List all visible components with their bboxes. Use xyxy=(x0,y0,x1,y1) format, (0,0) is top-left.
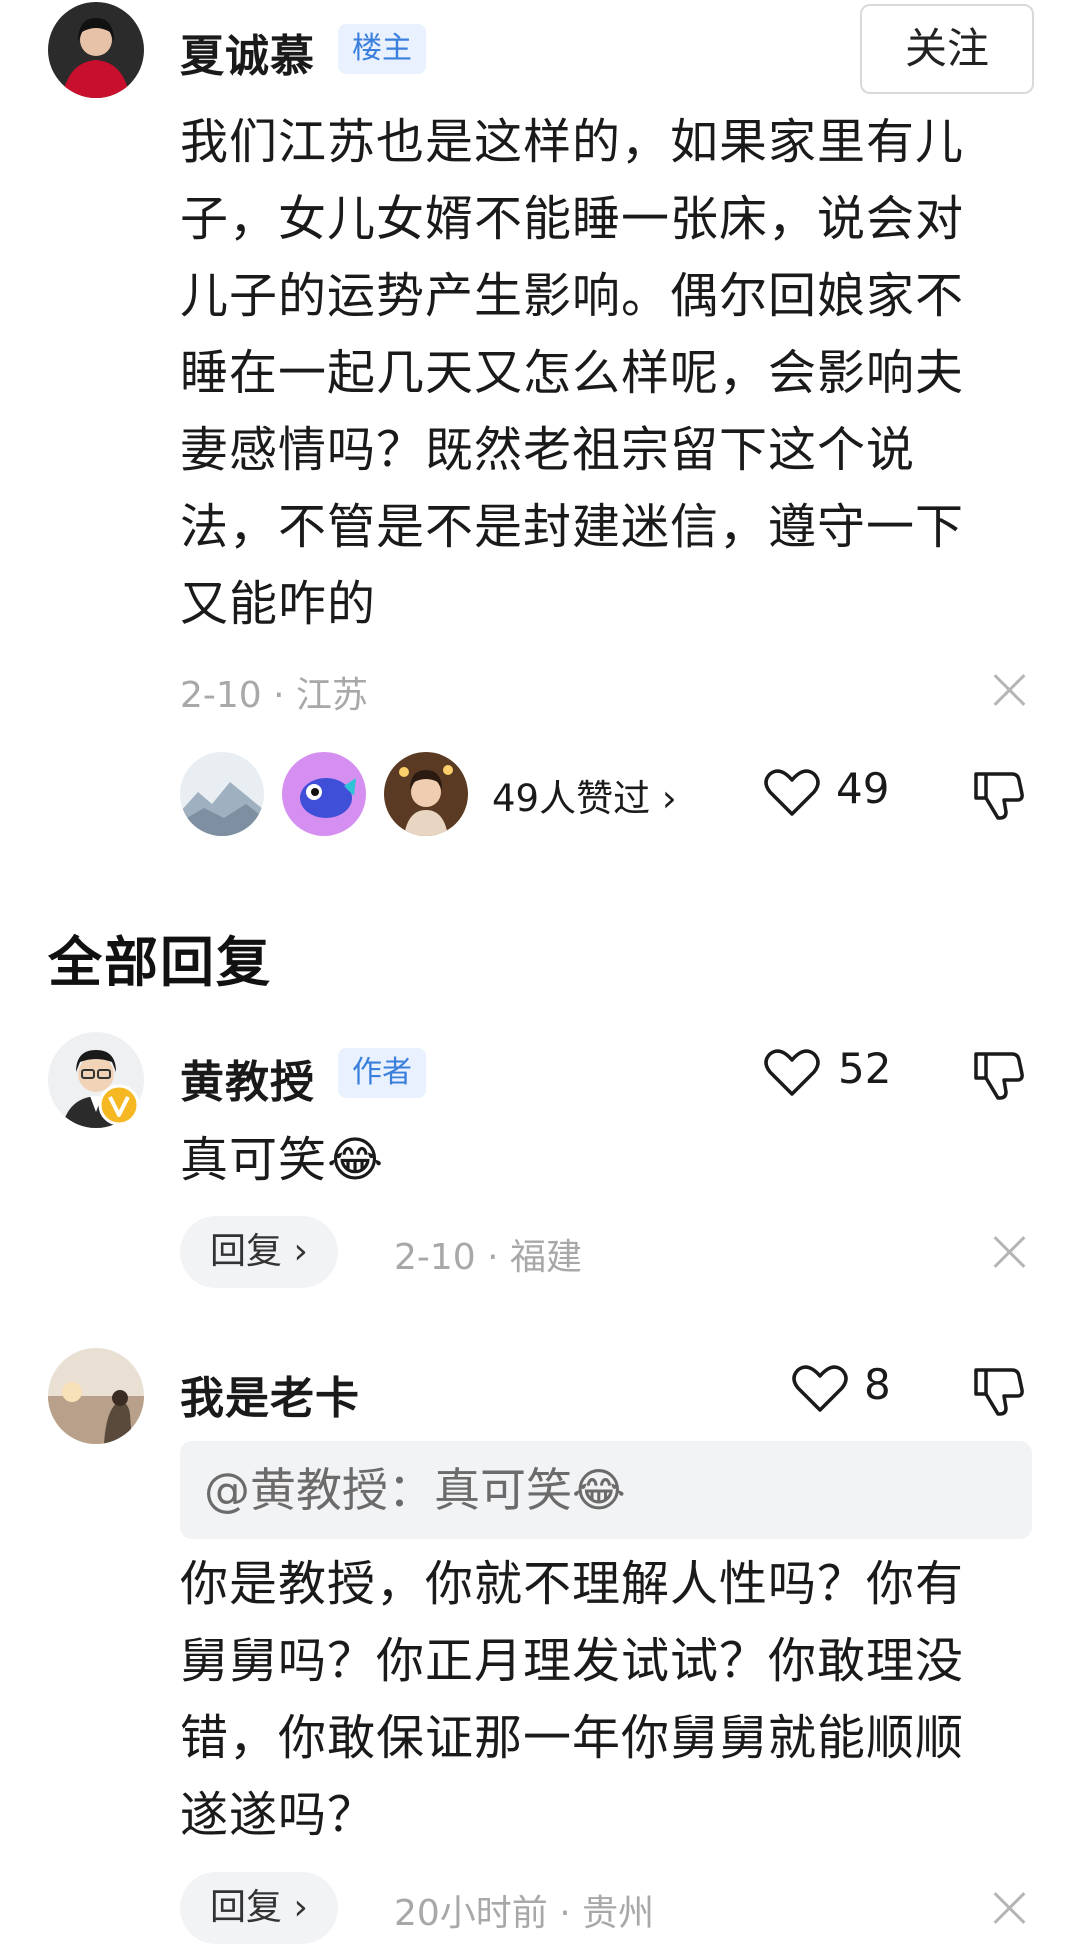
liker-avatar[interactable] xyxy=(282,752,366,836)
dislike-icon[interactable] xyxy=(970,1046,1026,1102)
liker-avatar[interactable] xyxy=(384,752,468,836)
close-icon[interactable] xyxy=(992,1234,1028,1270)
reply-button[interactable]: 回复 › xyxy=(180,1872,338,1944)
reply-author-name[interactable]: 黄教授 xyxy=(180,1046,315,1110)
heart-icon[interactable] xyxy=(764,768,820,818)
heart-icon[interactable] xyxy=(764,1048,820,1098)
reply-author-name[interactable]: 我是老卡 xyxy=(180,1362,360,1426)
author-avatar[interactable] xyxy=(48,2,144,98)
quoted-reply: @黄教授：真可笑😂 xyxy=(180,1441,1032,1539)
author-badge: 作者 xyxy=(338,1048,426,1098)
liker-avatar[interactable] xyxy=(180,752,264,836)
like-count: 52 xyxy=(838,1044,892,1093)
dislike-icon[interactable] xyxy=(970,1362,1026,1418)
like-count: 49 xyxy=(836,764,890,813)
like-count: 8 xyxy=(864,1360,891,1409)
author-name[interactable]: 夏诚慕 xyxy=(180,20,315,84)
likers-link[interactable]: 49人赞过 › xyxy=(492,768,677,822)
dislike-icon[interactable] xyxy=(970,766,1026,822)
reply-button[interactable]: 回复 › xyxy=(180,1216,338,1288)
reply-avatar[interactable] xyxy=(48,1348,144,1444)
op-badge: 楼主 xyxy=(338,24,426,74)
reply-meta: 20小时前 · 贵州 xyxy=(394,1893,655,1934)
reply-content: 你是教授，你就不理解人性吗？你有舅舅吗？你正月理发试试？你敢理没错，你敢保证那一… xyxy=(180,1556,965,1843)
post-content: 我们江苏也是这样的，如果家里有儿子，女儿女婿不能睡一张床，说会对儿子的运势产生影… xyxy=(180,114,965,632)
follow-button[interactable]: 关注 xyxy=(860,4,1034,94)
reply-meta: 2-10 · 福建 xyxy=(394,1237,583,1278)
verified-icon xyxy=(98,1084,140,1126)
close-icon[interactable] xyxy=(992,1890,1028,1926)
post-meta: 2-10 · 江苏 xyxy=(180,675,369,716)
reply-content: 真可笑😂 xyxy=(180,1132,385,1188)
close-icon[interactable] xyxy=(992,672,1028,708)
heart-icon[interactable] xyxy=(792,1364,848,1414)
section-title: 全部回复 xyxy=(48,931,272,994)
